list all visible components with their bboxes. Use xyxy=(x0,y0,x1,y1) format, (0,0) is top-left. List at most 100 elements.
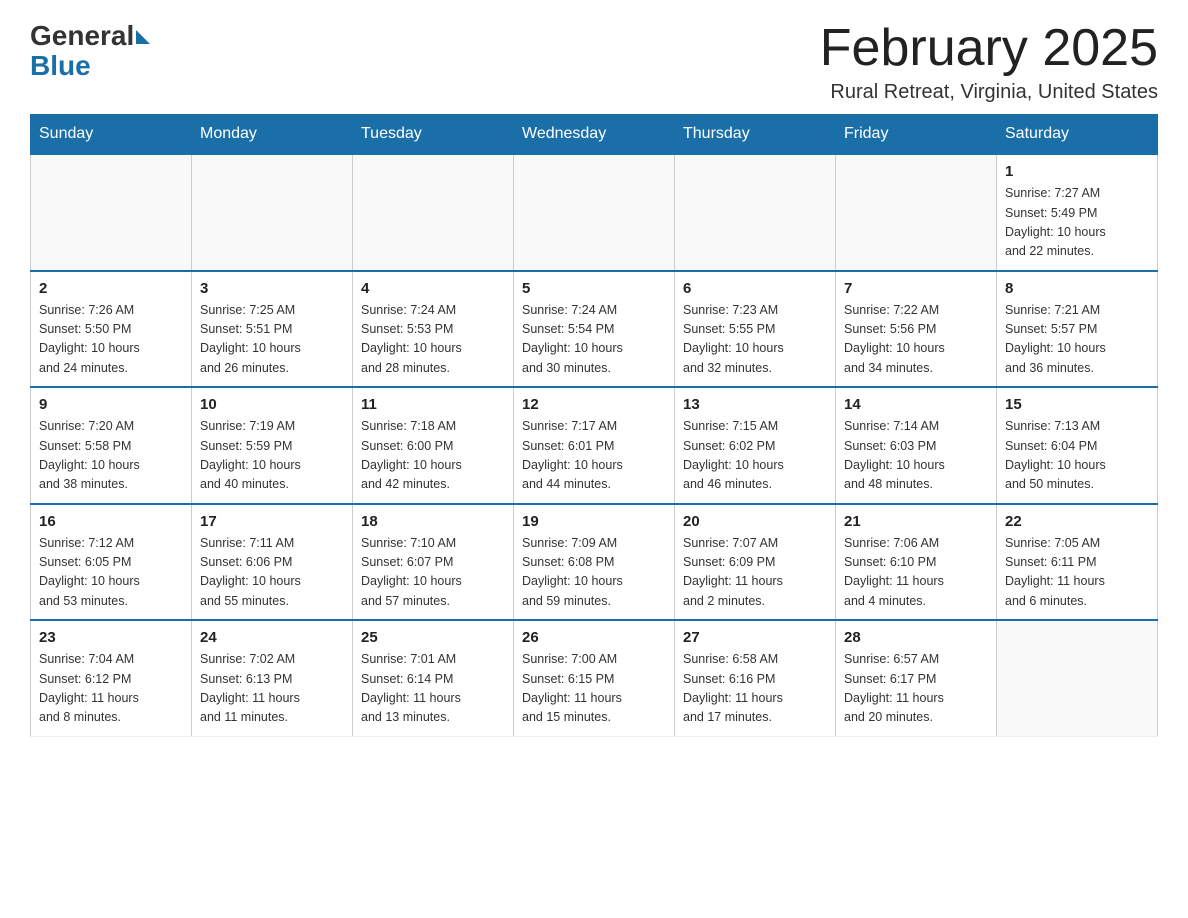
calendar-cell: 21Sunrise: 7:06 AMSunset: 6:10 PMDayligh… xyxy=(836,504,997,621)
calendar-cell: 8 Sunrise: 7:21 AMSunset: 5:57 PMDaylight… xyxy=(997,271,1158,388)
day-number: 2 xyxy=(39,280,183,297)
calendar-cell: 18Sunrise: 7:10 AMSunset: 6:07 PMDayligh… xyxy=(353,504,514,621)
calendar-cell: 26 Sunrise: 7:00 AMSunset: 6:15 PMDayligh… xyxy=(514,620,675,736)
day-of-week-header: Tuesday xyxy=(353,115,514,155)
calendar-cell: 24 Sunrise: 7:02 AMSunset: 6:13 PMDayligh… xyxy=(192,620,353,736)
calendar-cell xyxy=(514,154,675,271)
calendar-cell: 6Sunrise: 7:23 AMSunset: 5:55 PMDaylight… xyxy=(675,271,836,388)
day-info: Sunrise: 7:00 AMSunset: 6:15 PMDaylight:… xyxy=(522,650,666,728)
day-info: Sunrise: 7:24 AMSunset: 5:54 PMDaylight:… xyxy=(522,301,666,379)
day-number: 12 xyxy=(522,396,666,413)
day-number: 7 xyxy=(844,280,988,297)
calendar-cell xyxy=(353,154,514,271)
day-info: Sunrise: 7:25 AMSunset: 5:51 PMDaylight:… xyxy=(200,301,344,379)
day-number: 21 xyxy=(844,513,988,530)
day-info: Sunrise: 7:04 AMSunset: 6:12 PMDaylight:… xyxy=(39,650,183,728)
day-number: 8 xyxy=(1005,280,1149,297)
calendar-cell: 23 Sunrise: 7:04 AMSunset: 6:12 PMDayligh… xyxy=(31,620,192,736)
calendar-week-row: 9 Sunrise: 7:20 AMSunset: 5:58 PMDaylight… xyxy=(31,387,1158,504)
day-number: 23 xyxy=(39,629,183,646)
day-of-week-header: Saturday xyxy=(997,115,1158,155)
day-info: Sunrise: 7:21 AMSunset: 5:57 PMDaylight:… xyxy=(1005,301,1149,379)
calendar-cell: 2 Sunrise: 7:26 AMSunset: 5:50 PMDaylight… xyxy=(31,271,192,388)
calendar-cell xyxy=(675,154,836,271)
day-info: Sunrise: 7:01 AMSunset: 6:14 PMDaylight:… xyxy=(361,650,505,728)
day-number: 11 xyxy=(361,396,505,413)
calendar-cell: 1 Sunrise: 7:27 AMSunset: 5:49 PMDaylight… xyxy=(997,154,1158,271)
calendar-header-row: SundayMondayTuesdayWednesdayThursdayFrid… xyxy=(31,115,1158,155)
day-info: Sunrise: 7:09 AMSunset: 6:08 PMDaylight:… xyxy=(522,534,666,612)
day-info: Sunrise: 7:10 AMSunset: 6:07 PMDaylight:… xyxy=(361,534,505,612)
calendar-cell xyxy=(997,620,1158,736)
calendar-cell xyxy=(31,154,192,271)
day-of-week-header: Thursday xyxy=(675,115,836,155)
calendar-cell xyxy=(192,154,353,271)
calendar-cell: 15 Sunrise: 7:13 AMSunset: 6:04 PMDayligh… xyxy=(997,387,1158,504)
day-info: Sunrise: 7:27 AMSunset: 5:49 PMDaylight:… xyxy=(1005,184,1149,262)
day-number: 24 xyxy=(200,629,344,646)
day-number: 16 xyxy=(39,513,183,530)
day-info: Sunrise: 7:26 AMSunset: 5:50 PMDaylight:… xyxy=(39,301,183,379)
logo-general-text: General xyxy=(30,20,134,52)
calendar-cell: 27Sunrise: 6:58 AMSunset: 6:16 PMDayligh… xyxy=(675,620,836,736)
calendar-cell: 25 Sunrise: 7:01 AMSunset: 6:14 PMDayligh… xyxy=(353,620,514,736)
logo-triangle-icon xyxy=(136,30,150,44)
day-number: 9 xyxy=(39,396,183,413)
day-number: 4 xyxy=(361,280,505,297)
calendar-cell xyxy=(836,154,997,271)
calendar-cell: 20 Sunrise: 7:07 AMSunset: 6:09 PMDayligh… xyxy=(675,504,836,621)
calendar-week-row: 1 Sunrise: 7:27 AMSunset: 5:49 PMDaylight… xyxy=(31,154,1158,271)
calendar-week-row: 23 Sunrise: 7:04 AMSunset: 6:12 PMDayligh… xyxy=(31,620,1158,736)
day-info: Sunrise: 7:12 AMSunset: 6:05 PMDaylight:… xyxy=(39,534,183,612)
day-number: 10 xyxy=(200,396,344,413)
day-number: 13 xyxy=(683,396,827,413)
calendar-cell: 12Sunrise: 7:17 AMSunset: 6:01 PMDayligh… xyxy=(514,387,675,504)
day-of-week-header: Wednesday xyxy=(514,115,675,155)
day-info: Sunrise: 7:19 AMSunset: 5:59 PMDaylight:… xyxy=(200,417,344,495)
calendar-cell: 5 Sunrise: 7:24 AMSunset: 5:54 PMDaylight… xyxy=(514,271,675,388)
page-header: General Blue February 2025 Rural Retreat… xyxy=(30,20,1158,104)
calendar-cell: 4Sunrise: 7:24 AMSunset: 5:53 PMDaylight… xyxy=(353,271,514,388)
day-number: 20 xyxy=(683,513,827,530)
day-info: Sunrise: 7:13 AMSunset: 6:04 PMDaylight:… xyxy=(1005,417,1149,495)
day-number: 14 xyxy=(844,396,988,413)
calendar-cell: 7 Sunrise: 7:22 AMSunset: 5:56 PMDaylight… xyxy=(836,271,997,388)
day-number: 26 xyxy=(522,629,666,646)
calendar-cell: 11 Sunrise: 7:18 AMSunset: 6:00 PMDayligh… xyxy=(353,387,514,504)
day-number: 22 xyxy=(1005,513,1149,530)
day-info: Sunrise: 7:07 AMSunset: 6:09 PMDaylight:… xyxy=(683,534,827,612)
day-number: 15 xyxy=(1005,396,1149,413)
day-info: Sunrise: 7:18 AMSunset: 6:00 PMDaylight:… xyxy=(361,417,505,495)
calendar-table: SundayMondayTuesdayWednesdayThursdayFrid… xyxy=(30,114,1158,737)
day-info: Sunrise: 7:22 AMSunset: 5:56 PMDaylight:… xyxy=(844,301,988,379)
logo: General Blue xyxy=(30,20,150,80)
logo-blue-text: Blue xyxy=(30,52,91,80)
day-number: 17 xyxy=(200,513,344,530)
day-number: 6 xyxy=(683,280,827,297)
calendar-cell: 28 Sunrise: 6:57 AMSunset: 6:17 PMDayligh… xyxy=(836,620,997,736)
day-info: Sunrise: 7:15 AMSunset: 6:02 PMDaylight:… xyxy=(683,417,827,495)
day-info: Sunrise: 7:11 AMSunset: 6:06 PMDaylight:… xyxy=(200,534,344,612)
calendar-cell: 10 Sunrise: 7:19 AMSunset: 5:59 PMDayligh… xyxy=(192,387,353,504)
calendar-cell: 16 Sunrise: 7:12 AMSunset: 6:05 PMDayligh… xyxy=(31,504,192,621)
day-number: 5 xyxy=(522,280,666,297)
calendar-cell: 19 Sunrise: 7:09 AMSunset: 6:08 PMDayligh… xyxy=(514,504,675,621)
day-info: Sunrise: 7:20 AMSunset: 5:58 PMDaylight:… xyxy=(39,417,183,495)
calendar-cell: 3Sunrise: 7:25 AMSunset: 5:51 PMDaylight… xyxy=(192,271,353,388)
day-number: 1 xyxy=(1005,163,1149,180)
day-info: Sunrise: 6:57 AMSunset: 6:17 PMDaylight:… xyxy=(844,650,988,728)
calendar-cell: 14Sunrise: 7:14 AMSunset: 6:03 PMDayligh… xyxy=(836,387,997,504)
day-of-week-header: Sunday xyxy=(31,115,192,155)
calendar-cell: 13 Sunrise: 7:15 AMSunset: 6:02 PMDayligh… xyxy=(675,387,836,504)
day-number: 25 xyxy=(361,629,505,646)
day-of-week-header: Monday xyxy=(192,115,353,155)
day-info: Sunrise: 6:58 AMSunset: 6:16 PMDaylight:… xyxy=(683,650,827,728)
calendar-cell: 17 Sunrise: 7:11 AMSunset: 6:06 PMDayligh… xyxy=(192,504,353,621)
calendar-week-row: 2 Sunrise: 7:26 AMSunset: 5:50 PMDaylight… xyxy=(31,271,1158,388)
calendar-week-row: 16 Sunrise: 7:12 AMSunset: 6:05 PMDayligh… xyxy=(31,504,1158,621)
day-number: 19 xyxy=(522,513,666,530)
day-of-week-header: Friday xyxy=(836,115,997,155)
day-number: 28 xyxy=(844,629,988,646)
calendar-subtitle: Rural Retreat, Virginia, United States xyxy=(820,81,1158,104)
day-info: Sunrise: 7:02 AMSunset: 6:13 PMDaylight:… xyxy=(200,650,344,728)
